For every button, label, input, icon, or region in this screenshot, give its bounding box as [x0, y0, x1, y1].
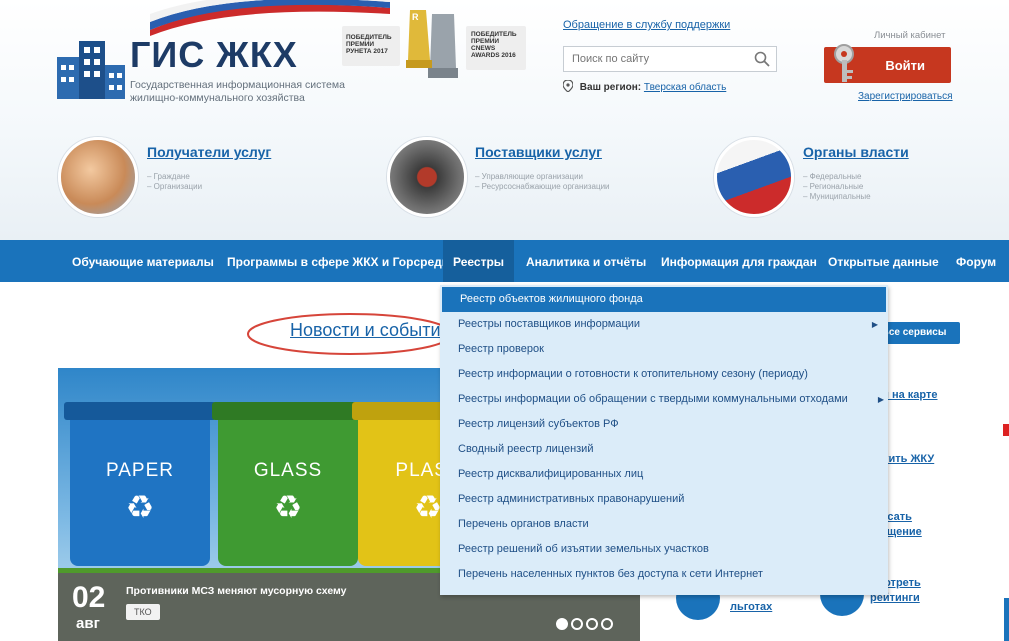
registries-dropdown: Реестр объектов жилищного фонда Реестры … — [440, 285, 888, 595]
nav-programs[interactable]: Программы в сфере ЖКХ и Горсреды — [217, 240, 462, 282]
award-cnews-text: ПОБЕДИТЕЛЬ ПРЕМИИ CNEWS AWARDS 2016 — [471, 31, 517, 59]
side-link-benefits[interactable]: льготах — [730, 600, 772, 614]
logo-subtitle: Государственная информационная система ж… — [130, 79, 345, 104]
dropdown-item-inspections[interactable]: Реестр проверок — [440, 337, 888, 362]
chevron-right-icon: ▶ — [871, 320, 878, 329]
award-cnews-badge: ПОБЕДИТЕЛЬ ПРЕМИИ CNEWS AWARDS 2016 — [466, 26, 526, 70]
dropdown-item-label: Реестры поставщиков информации — [458, 318, 641, 330]
audience-authorities-sub: – Федеральные – Региональные – Муниципал… — [803, 172, 871, 202]
dropdown-item-info-providers[interactable]: Реестры поставщиков информации ▶ — [440, 312, 888, 337]
audience-authorities-link[interactable]: Органы власти — [803, 144, 909, 160]
news-section-title[interactable]: Новости и событи — [290, 320, 441, 341]
dropdown-item-authorities[interactable]: Перечень органов власти — [440, 512, 888, 537]
support-link[interactable]: Обращение в службу поддержки — [563, 19, 730, 31]
dropdown-item-licenses-subjects[interactable]: Реестр лицензий субъектов РФ — [440, 412, 888, 437]
audience-authorities-sub-item: – Муниципальные — [803, 192, 871, 201]
bin-glass: GLASS ♻ — [212, 402, 364, 566]
audience-authorities-photo[interactable] — [714, 137, 794, 217]
audience-authorities-sub-item: – Региональные — [803, 182, 864, 191]
dropdown-item-consolidated-licenses[interactable]: Сводный реестр лицензий — [440, 437, 888, 462]
location-pin-icon — [563, 80, 573, 92]
dropdown-item-solid-waste[interactable]: Реестры информации об обращении с тверды… — [440, 387, 888, 412]
register-link[interactable]: Зарегистрироваться — [858, 91, 953, 102]
bin-lid — [212, 402, 364, 420]
slide-tag[interactable]: ТКО — [126, 604, 160, 620]
dropdown-item-disqualified[interactable]: Реестр дисквалифицированных лиц — [440, 462, 888, 487]
nav-forum[interactable]: Форум — [946, 240, 1006, 282]
nav-citizen-info[interactable]: Информация для граждан — [651, 240, 827, 282]
slide-date-day: 02 — [72, 581, 106, 614]
audience-suppliers-link[interactable]: Поставщики услуг — [475, 144, 602, 160]
edge-mark-blue — [1004, 598, 1009, 641]
bin-paper: PAPER ♻ — [64, 402, 216, 566]
nav-registries[interactable]: Реестры — [443, 240, 515, 282]
audience-suppliers-photo[interactable] — [387, 137, 467, 217]
logo-building-icon — [57, 41, 125, 99]
search-icon[interactable] — [754, 51, 770, 67]
recycle-icon: ♻ — [125, 489, 155, 525]
award-runet-text: ПОБЕДИТЕЛЬ ПРЕМИИ РУНЕТА 2017 — [346, 34, 392, 55]
slider-dot[interactable] — [586, 618, 598, 630]
award-runet-badge: ПОБЕДИТЕЛЬ ПРЕМИИ РУНЕТА 2017 — [342, 26, 400, 66]
audience-recipients-sub: – Граждане – Организации — [147, 172, 202, 192]
audience-recipients-sub-item: – Организации — [147, 182, 203, 191]
slider-dot[interactable] — [571, 618, 583, 630]
recycle-icon: ♻ — [273, 489, 303, 525]
audience-recipients-sub-item: – Граждане — [147, 172, 190, 181]
dropdown-item-label: Реестры информации об обращении с тверды… — [458, 393, 848, 405]
slider-dot[interactable] — [556, 618, 568, 630]
search-box[interactable] — [563, 46, 777, 72]
svg-text:R: R — [412, 12, 419, 22]
main-nav: Обучающие материалы Программы в сфере ЖК… — [0, 240, 1009, 282]
bin-lid — [64, 402, 216, 420]
dropdown-item-housing-fund[interactable]: Реестр объектов жилищного фонда — [442, 287, 886, 312]
site-header: ГИС ЖКХ Государственная информационная с… — [0, 0, 1009, 240]
bin-paper-label: PAPER — [105, 460, 174, 481]
dropdown-item-heating-readiness[interactable]: Реестр информации о готовности к отопите… — [440, 362, 888, 387]
audience-recipients-link[interactable]: Получатели услуг — [147, 144, 271, 160]
nav-open-data[interactable]: Открытые данные — [818, 240, 949, 282]
audience-suppliers-sub: – Управляющие организации – Ресурсоснабж… — [475, 172, 610, 192]
dropdown-item-violations[interactable]: Реестр административных правонарушений — [440, 487, 888, 512]
chevron-right-icon: ▶ — [877, 395, 884, 404]
edge-mark-red — [1003, 424, 1009, 436]
bin-glass-label: GLASS — [253, 460, 323, 481]
region-label: Ваш регион: — [579, 82, 642, 93]
trophy-icon: R — [406, 10, 458, 78]
audience-citizens-photo[interactable] — [58, 137, 138, 217]
audience-suppliers-sub-item: – Ресурсоснабжающие организации — [475, 182, 610, 191]
slide-title[interactable]: Противники МСЗ меняют мусорную схему — [126, 585, 347, 597]
slider-dots — [556, 617, 616, 635]
audience-authorities-sub-item: – Федеральные — [803, 172, 862, 181]
cabinet-label: Личный кабинет — [874, 30, 946, 41]
dropdown-item-no-internet[interactable]: Перечень населенных пунктов без доступа … — [440, 562, 888, 587]
login-button-label: Войти — [885, 57, 925, 73]
dropdown-item-land-seizure[interactable]: Реестр решений об изъятии земельных учас… — [440, 537, 888, 562]
region-link[interactable]: Тверская область — [644, 82, 726, 93]
audience-suppliers-sub-item: – Управляющие организации — [475, 172, 584, 181]
slider-dot[interactable] — [601, 618, 613, 630]
search-input[interactable] — [570, 52, 754, 66]
nav-analytics[interactable]: Аналитика и отчёты — [516, 240, 656, 282]
nav-training-materials[interactable]: Обучающие материалы — [62, 240, 224, 282]
keys-icon — [834, 44, 854, 82]
logo-title[interactable]: ГИС ЖКХ — [130, 34, 298, 76]
slide-date-month: авг — [76, 615, 100, 632]
region-selector: Ваш регион: Тверская область — [563, 80, 726, 93]
